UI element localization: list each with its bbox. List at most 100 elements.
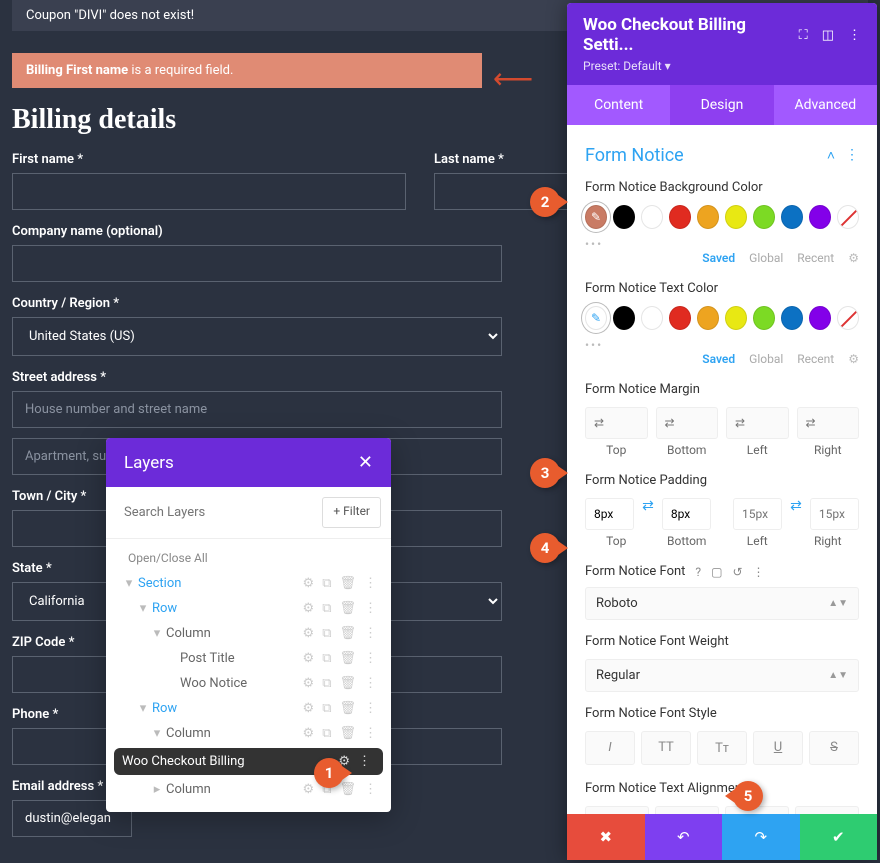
align-center-button[interactable]: ≡	[655, 806, 719, 814]
chevron-down-icon[interactable]: ▾	[134, 701, 152, 716]
company-input[interactable]	[12, 245, 502, 282]
dots-icon[interactable]: ⋮	[364, 576, 381, 591]
dots-icon[interactable]: ⋮	[364, 651, 381, 666]
swatch[interactable]	[753, 306, 775, 330]
font-select[interactable]: Roboto▲▼	[585, 587, 859, 620]
layer-column[interactable]: Column	[166, 782, 303, 797]
padding-top-input[interactable]	[585, 498, 634, 530]
swatch[interactable]	[641, 205, 663, 229]
save-button[interactable]: ✔	[800, 814, 878, 860]
align-justify-button[interactable]: ≡	[795, 806, 859, 814]
swatch[interactable]	[725, 205, 747, 229]
dots-icon[interactable]: ⋮	[845, 147, 859, 164]
swatch[interactable]	[809, 306, 831, 330]
margin-left-input[interactable]	[726, 407, 789, 439]
swatch[interactable]	[641, 306, 663, 330]
gear-icon[interactable]: ⚙	[848, 251, 859, 265]
close-icon[interactable]: ✕	[358, 452, 373, 473]
padding-left-input[interactable]	[733, 498, 782, 530]
global-tab[interactable]: Global	[749, 251, 783, 265]
dots-icon[interactable]: ⋮	[848, 28, 861, 43]
columns-icon[interactable]: ◫	[822, 28, 834, 43]
swatch-selected[interactable]: ✎	[585, 205, 607, 229]
italic-button[interactable]: I	[585, 731, 635, 765]
layer-post-title[interactable]: Post Title	[180, 651, 303, 666]
copy-icon[interactable]: ⧉	[322, 651, 335, 666]
chevron-down-icon[interactable]: ▾	[148, 626, 166, 641]
chevron-down-icon[interactable]: ▾	[120, 576, 138, 591]
undo-button[interactable]: ↶	[645, 814, 723, 860]
gear-icon[interactable]: ⚙	[303, 626, 319, 641]
recent-tab[interactable]: Recent	[797, 352, 834, 366]
dots-icon[interactable]: ⋮	[364, 701, 381, 716]
dots-icon[interactable]: ⋮	[364, 626, 381, 641]
chevron-right-icon[interactable]: ▸	[148, 782, 166, 797]
swatch[interactable]	[669, 306, 691, 330]
gear-icon[interactable]: ⚙	[303, 782, 319, 797]
trash-icon[interactable]: 🗑	[339, 726, 360, 741]
link-icon[interactable]: ⇄	[642, 498, 654, 530]
padding-bottom-input[interactable]	[662, 498, 711, 530]
trash-icon[interactable]: 🗑	[339, 576, 360, 591]
trash-icon[interactable]: 🗑	[339, 601, 360, 616]
trash-icon[interactable]: 🗑	[339, 782, 360, 797]
layer-row[interactable]: Row	[152, 601, 303, 616]
dots-icon[interactable]: ⋮	[364, 782, 381, 797]
chevron-up-icon[interactable]: ˄	[827, 147, 835, 164]
tab-content[interactable]: Content	[567, 85, 670, 125]
layer-woo-checkout-billing[interactable]: Woo Checkout Billing	[122, 754, 338, 769]
layer-section[interactable]: Section	[138, 576, 303, 591]
dots-icon[interactable]: ⋮	[753, 565, 765, 579]
redo-button[interactable]: ↷	[722, 814, 800, 860]
section-title[interactable]: Form Notice	[585, 145, 684, 166]
layer-woo-notice[interactable]: Woo Notice	[180, 676, 303, 691]
trash-icon[interactable]: 🗑	[339, 676, 360, 691]
chevron-down-icon[interactable]: ▾	[148, 726, 166, 741]
swatch[interactable]	[753, 205, 775, 229]
gear-icon[interactable]: ⚙	[303, 701, 319, 716]
tab-advanced[interactable]: Advanced	[774, 85, 877, 125]
dots-icon[interactable]: ⋮	[364, 676, 381, 691]
layer-row[interactable]: Row	[152, 701, 303, 716]
swatch[interactable]	[781, 205, 803, 229]
smallcaps-button[interactable]: Tᴛ	[697, 731, 747, 765]
swatch[interactable]	[613, 306, 635, 330]
help-icon[interactable]: ?	[695, 565, 701, 579]
padding-right-input[interactable]	[810, 498, 859, 530]
street1-input[interactable]	[12, 391, 502, 428]
gear-icon[interactable]: ⚙	[303, 576, 319, 591]
uppercase-button[interactable]: TT	[641, 731, 691, 765]
trash-icon[interactable]: 🗑	[339, 701, 360, 716]
weight-select[interactable]: Regular▲▼	[585, 659, 859, 692]
copy-icon[interactable]: ⧉	[322, 726, 335, 741]
trash-icon[interactable]: 🗑	[339, 626, 360, 641]
swatch[interactable]	[725, 306, 747, 330]
margin-top-input[interactable]	[585, 407, 648, 439]
gear-icon[interactable]: ⚙	[303, 651, 319, 666]
dots-icon[interactable]: ⋮	[364, 601, 381, 616]
underline-button[interactable]: U	[753, 731, 803, 765]
strikethrough-button[interactable]: S	[809, 731, 859, 765]
swatch[interactable]	[809, 205, 831, 229]
swatch[interactable]	[697, 205, 719, 229]
link-icon[interactable]: ⇄	[790, 498, 802, 530]
reset-icon[interactable]: ↺	[732, 565, 742, 579]
more-icon[interactable]: •••	[585, 237, 859, 251]
mobile-icon[interactable]: ▢	[711, 565, 722, 579]
tab-design[interactable]: Design	[670, 85, 773, 125]
saved-tab[interactable]: Saved	[702, 251, 735, 265]
copy-icon[interactable]: ⧉	[322, 701, 335, 716]
preset-label[interactable]: Preset: Default ▾	[583, 59, 861, 73]
global-tab[interactable]: Global	[749, 352, 783, 366]
cancel-button[interactable]: ✖	[567, 814, 645, 860]
swatch-none[interactable]	[837, 205, 859, 229]
copy-icon[interactable]: ⧉	[322, 601, 335, 616]
swatch[interactable]	[669, 205, 691, 229]
dots-icon[interactable]: ⋮	[364, 726, 381, 741]
expand-icon[interactable]: ⛶	[799, 28, 808, 43]
chevron-down-icon[interactable]: ▾	[134, 601, 152, 616]
swatch-none[interactable]	[837, 306, 859, 330]
margin-right-input[interactable]	[797, 407, 860, 439]
layers-search-input[interactable]	[116, 497, 322, 528]
saved-tab[interactable]: Saved	[702, 352, 735, 366]
